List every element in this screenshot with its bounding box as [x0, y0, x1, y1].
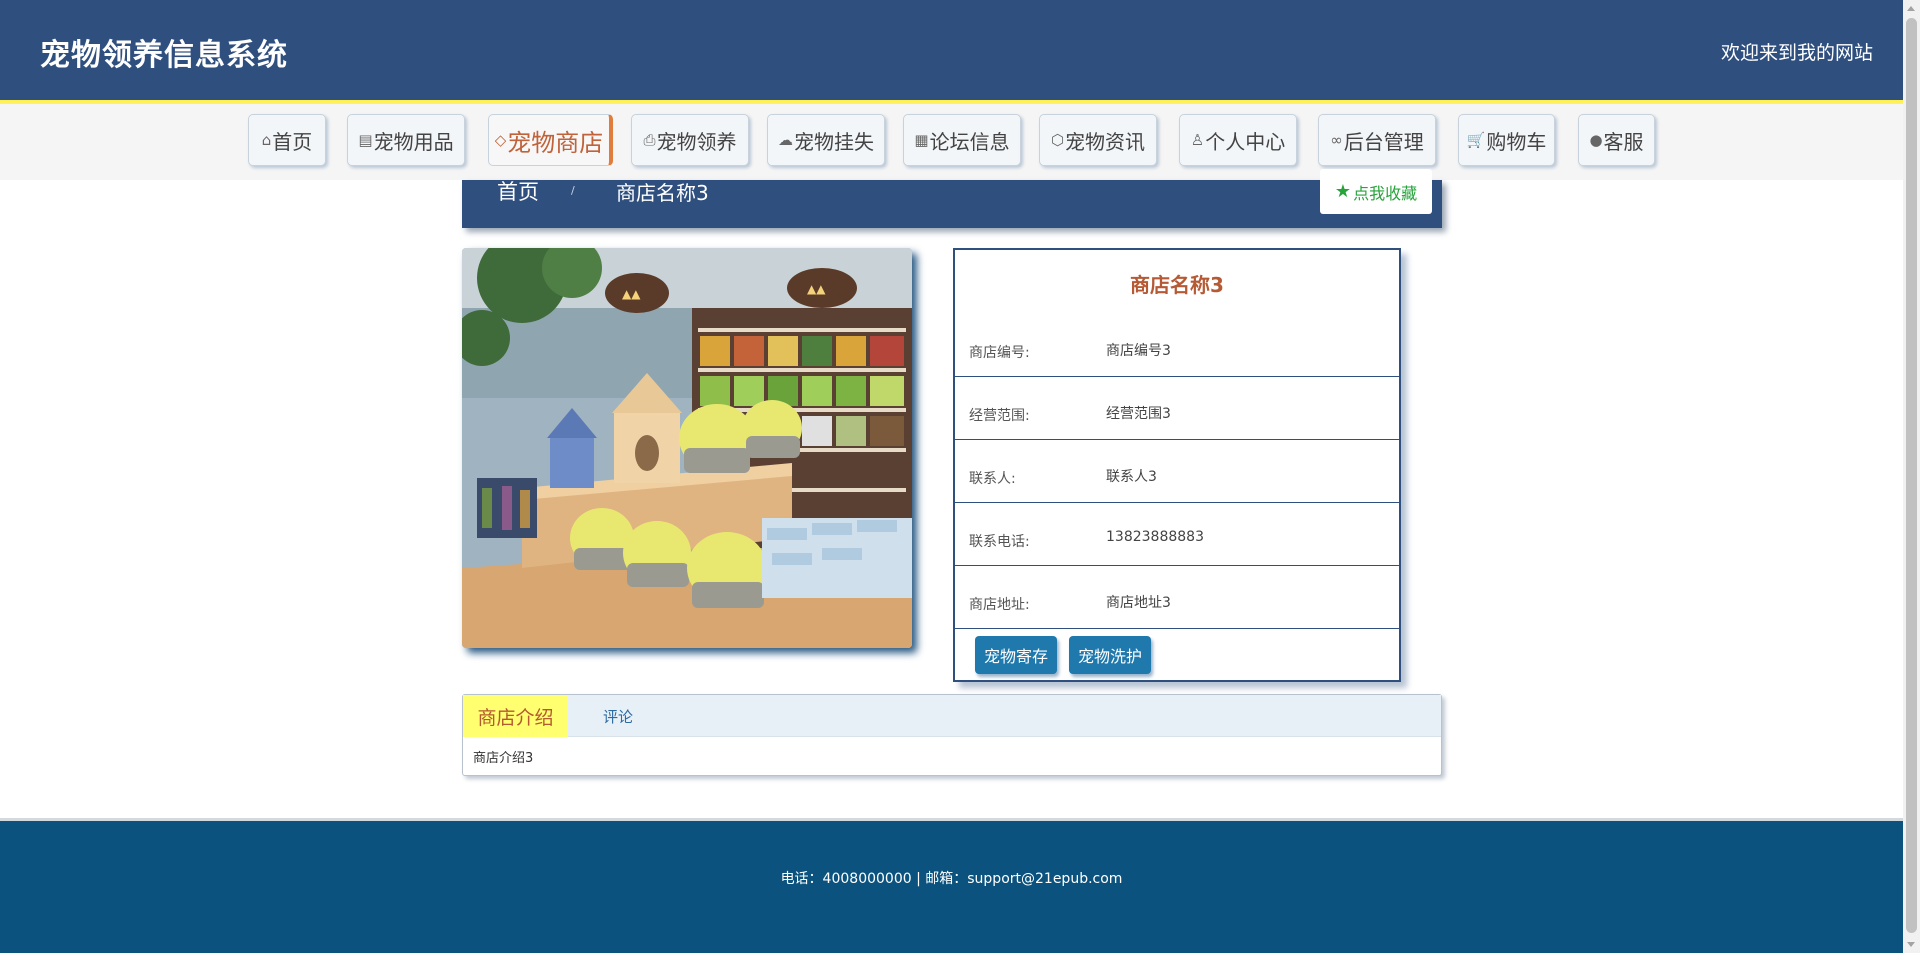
breadcrumb-home-link[interactable]: 首页: [497, 176, 539, 206]
printer-icon: ⎙: [643, 131, 656, 149]
tab-content-text: 商店介绍3: [473, 751, 534, 766]
nav-item-admin[interactable]: ∞ 后台管理: [1318, 114, 1436, 166]
nav-item-pet-news[interactable]: ⬡ 宠物资讯: [1039, 114, 1157, 166]
info-label: 经营范围:: [969, 408, 1030, 424]
nav-item-pet-lost[interactable]: ☁ 宠物挂失: [767, 114, 885, 166]
nav-item-label: 宠物商店: [507, 128, 604, 157]
nav-item-home[interactable]: ⌂ 首页: [248, 114, 326, 166]
tab-shop-intro[interactable]: 商店介绍: [463, 695, 568, 737]
home-icon: ⌂: [261, 131, 272, 149]
nav-item-label: 个人中心: [1205, 129, 1286, 154]
user-icon: ♙: [1190, 131, 1205, 149]
info-row-address: 商店地址: 商店地址3: [955, 566, 1399, 629]
nav-item-label: 论坛信息: [929, 129, 1010, 154]
newspaper-icon: ▤: [358, 131, 373, 149]
shop-detail-tabs: 商店介绍 评论 商店介绍3: [462, 694, 1442, 776]
footer-contact: 电话：4008000000 | 邮箱：support@21epub.com: [780, 871, 1123, 887]
nav-item-label: 客服: [1603, 129, 1644, 154]
shop-name: 商店名称3: [1130, 273, 1224, 297]
nav-item-label: 后台管理: [1343, 129, 1424, 154]
info-value: 商店地址3: [1106, 595, 1171, 611]
nav-item-label: 宠物领养: [656, 129, 737, 154]
cube-icon: ⬡: [1050, 131, 1065, 149]
info-label: 联系电话:: [969, 534, 1030, 550]
nav-item-label: 宠物用品: [373, 129, 454, 154]
pet-shop-illustration: ▲▲ ▲▲: [462, 248, 912, 648]
info-row-business-scope: 经营范围: 经营范围3: [955, 377, 1399, 440]
info-row-shop-id: 商店编号: 商店编号3: [955, 314, 1399, 377]
pet-grooming-button[interactable]: 宠物洗护: [1069, 636, 1152, 674]
scrollbar-thumb[interactable]: [1906, 18, 1917, 933]
nav-item-support[interactable]: ● 客服: [1578, 114, 1655, 166]
breadcrumb-current: 商店名称3: [616, 181, 709, 205]
scroll-down-icon[interactable]: [1907, 942, 1915, 947]
info-row-contact: 联系人: 联系人3: [955, 440, 1399, 503]
gift-icon: ▦: [914, 131, 929, 149]
main-nav: ⌂ 首页 ▤ 宠物用品 ◇ 宠物商店 ⎙ 宠物领养 ☁ 宠物挂失 ▦ 论坛信息 ⬡ 宠物资讯 …: [0, 104, 1903, 180]
nav-item-pet-shop[interactable]: ◇ 宠物商店: [488, 114, 613, 166]
tag-icon: ◇: [494, 131, 507, 149]
nav-item-personal-center[interactable]: ♙ 个人中心: [1179, 114, 1297, 166]
info-value: 商店编号3: [1106, 343, 1171, 359]
info-label: 商店编号:: [969, 345, 1030, 361]
info-label: 商店地址:: [969, 597, 1030, 613]
shop-info-panel: 商店名称3 商店编号: 商店编号3 经营范围: 经营范围3 联系人: 联系人3 …: [953, 248, 1401, 682]
site-title: 宠物领养信息系统: [40, 38, 288, 73]
info-value: 13823888883: [1106, 529, 1204, 545]
nav-item-label: 购物车: [1486, 129, 1547, 154]
star-icon: ★: [1334, 181, 1352, 202]
breadcrumb-separator: /: [571, 184, 575, 197]
pet-boarding-button[interactable]: 宠物寄存: [975, 636, 1058, 674]
shop-photo: ▲▲ ▲▲: [462, 248, 912, 648]
nav-item-pet-supplies[interactable]: ▤ 宠物用品: [347, 114, 465, 166]
nav-item-label: 宠物挂失: [794, 129, 874, 154]
vertical-scrollbar[interactable]: [1903, 0, 1920, 953]
site-footer: 电话：4008000000 | 邮箱：support@21epub.com: [0, 818, 1903, 953]
cart-icon: 🛒: [1466, 131, 1486, 149]
shop-actions: 宠物寄存 宠物洗护: [955, 630, 1399, 680]
chat-icon: ●: [1589, 131, 1603, 149]
cloud-icon: ☁: [778, 131, 793, 149]
link-icon: ∞: [1330, 131, 1343, 149]
info-label: 联系人:: [969, 471, 1016, 487]
nav-item-label: 宠物资讯: [1065, 129, 1146, 154]
page: 宠物领养信息系统 欢迎来到我的网站 ⌂ 首页 ▤ 宠物用品 ◇ 宠物商店 ⎙ 宠物领养 …: [0, 0, 1903, 953]
favorite-button[interactable]: ★ 点我收藏: [1320, 169, 1432, 214]
nav-item-cart[interactable]: 🛒 购物车: [1458, 114, 1555, 166]
favorite-label: 点我收藏: [1353, 183, 1418, 203]
nav-item-pet-adoption[interactable]: ⎙ 宠物领养: [631, 114, 749, 166]
nav-item-label: 首页: [272, 129, 313, 154]
site-header: 宠物领养信息系统 欢迎来到我的网站: [0, 0, 1903, 100]
tab-comments[interactable]: 评论: [603, 695, 633, 737]
nav-item-forum[interactable]: ▦ 论坛信息: [903, 114, 1021, 166]
svg-text:▲▲: ▲▲: [807, 282, 826, 296]
tab-header: 商店介绍 评论: [463, 695, 1441, 737]
info-value: 联系人3: [1106, 469, 1157, 485]
svg-text:▲▲: ▲▲: [622, 287, 641, 301]
info-row-phone: 联系电话: 13823888883: [955, 503, 1399, 566]
scroll-up-icon[interactable]: [1907, 6, 1915, 11]
info-value: 经营范围3: [1106, 406, 1171, 422]
breadcrumb: 首页 / 商店名称3 ★ 点我收藏: [462, 169, 1442, 228]
welcome-text: 欢迎来到我的网站: [1720, 42, 1873, 64]
